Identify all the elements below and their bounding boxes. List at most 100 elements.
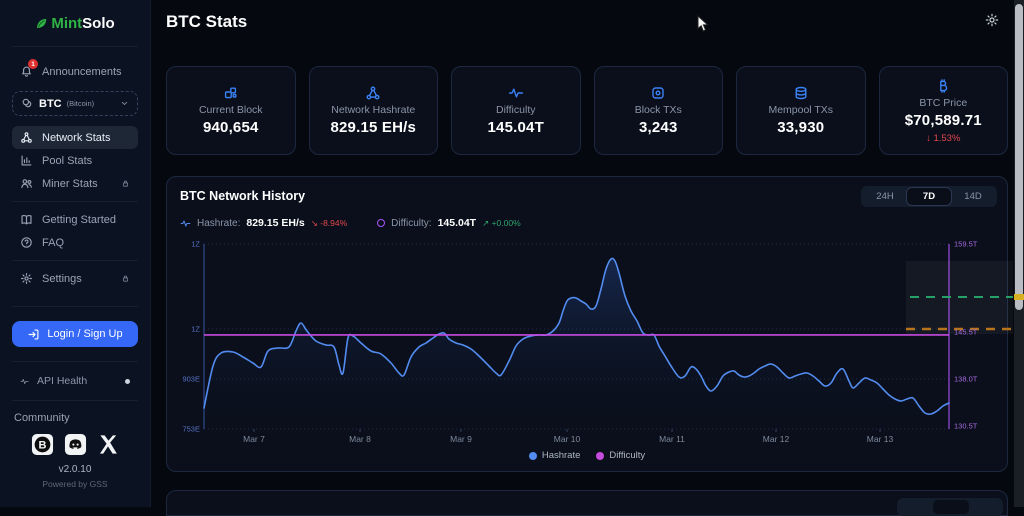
settings-gear-icon xyxy=(20,272,33,285)
hashrate-value: 829.15 EH/s xyxy=(246,217,304,229)
hashrate-label: Hashrate: xyxy=(197,218,240,229)
chevron-down-icon xyxy=(120,99,129,108)
coin-selector[interactable]: BTC (Bitcoin) xyxy=(12,91,138,116)
announcements-badge: 1 xyxy=(28,59,38,69)
login-icon xyxy=(27,328,40,341)
page-title: BTC Stats xyxy=(166,12,247,32)
hashrate-area xyxy=(204,258,949,429)
time-range-toggle: 24H7D14D xyxy=(861,186,997,207)
sidebar-item-label: Settings xyxy=(42,273,112,285)
y-axis-left-tick: 1Z xyxy=(191,325,200,334)
community-label: Community xyxy=(14,412,150,424)
stat-card-label: Mempool TXs xyxy=(768,104,833,116)
stat-card-label: Network Hashrate xyxy=(331,104,415,116)
tab-14d[interactable]: 14D xyxy=(951,188,995,205)
x-icon[interactable] xyxy=(97,433,120,456)
stat-card-value: $70,589.71 xyxy=(905,112,982,129)
tab-24h[interactable]: 24H xyxy=(863,188,907,205)
stat-card-network-hashrate: Network Hashrate 829.15 EH/s xyxy=(309,66,439,155)
page-scrollbar xyxy=(1014,0,1024,507)
difficulty-icon xyxy=(508,85,524,101)
legend-item-hashrate[interactable]: Hashrate xyxy=(529,450,581,461)
stat-card-value: 3,243 xyxy=(639,119,678,136)
chart-title: BTC Network History xyxy=(180,189,305,203)
sidebar-item-faq[interactable]: FAQ xyxy=(12,231,138,254)
login-signup-button[interactable]: Login / Sign Up xyxy=(12,321,138,347)
sidebar-item-miner-stats[interactable]: Miner Stats xyxy=(12,172,138,195)
sidebar: MintSolo 1 Announcements BTC (Bitcoin) N… xyxy=(0,0,151,507)
sun-icon xyxy=(985,13,999,27)
sidebar-item-getting-started[interactable]: Getting Started xyxy=(12,208,138,231)
y-axis-left-tick: 903E xyxy=(182,375,200,384)
stat-card-label: Block TXs xyxy=(635,104,682,116)
x-axis-label: Mar 10 xyxy=(554,434,581,444)
api-health-item[interactable]: API Health xyxy=(12,371,138,391)
stat-card-btc-price: BTC Price $70,589.71 ↓ 1.53% xyxy=(879,66,1009,155)
sidebar-item-network-stats[interactable]: Network Stats xyxy=(12,126,138,149)
stat-card-change: ↓ 1.53% xyxy=(926,133,960,144)
legend-dot xyxy=(529,452,537,460)
network-history-chart: 1Z1Z903E753E159.5T145.5T138.0T130.5TMar … xyxy=(167,239,1009,449)
sidebar-item-label: Getting Started xyxy=(42,214,130,226)
network-hashrate-icon xyxy=(365,85,381,101)
pool-stats-icon xyxy=(20,154,33,167)
current-block-icon xyxy=(223,85,239,101)
chart-header-stats: Hashrate: 829.15 EH/s ↘ -8.94% Difficult… xyxy=(180,217,521,229)
theme-toggle-button[interactable] xyxy=(985,13,999,32)
stat-card-label: Difficulty xyxy=(496,104,535,116)
chart-legend: Hashrate Difficulty xyxy=(167,450,1007,461)
stat-card-difficulty: Difficulty 145.04T xyxy=(451,66,581,155)
mempool-txs-icon xyxy=(793,85,809,101)
next-section-range-toggle[interactable] xyxy=(897,498,1003,516)
x-axis-label: Mar 13 xyxy=(867,434,894,444)
difficulty-change: ↗ +0.00% xyxy=(482,218,521,229)
stat-card-current-block: Current Block 940,654 xyxy=(166,66,296,155)
legend-item-difficulty[interactable]: Difficulty xyxy=(596,450,645,461)
discord-icon[interactable] xyxy=(64,433,87,456)
sidebar-item-label: FAQ xyxy=(42,237,130,249)
y-axis-right-tick: 159.5T xyxy=(954,240,978,249)
network-stats-icon xyxy=(20,131,33,144)
stat-card-value: 940,654 xyxy=(203,119,259,136)
sidebar-item-pool-stats[interactable]: Pool Stats xyxy=(12,149,138,172)
faq-icon xyxy=(20,236,33,249)
legend-label: Difficulty xyxy=(609,450,645,461)
main-content: BTC Stats Current Block 940,654 Network … xyxy=(150,0,1024,507)
scrollbar-thumb[interactable] xyxy=(1015,4,1023,310)
difficulty-label: Difficulty: xyxy=(391,218,431,229)
coin-symbol: BTC xyxy=(39,98,62,110)
sidebar-item-settings[interactable]: Settings xyxy=(12,267,138,290)
app-version: v2.0.10 xyxy=(0,464,150,475)
sidebar-item-label: Announcements xyxy=(42,66,130,78)
stat-card-value: 829.15 EH/s xyxy=(330,119,416,136)
x-axis-label: Mar 9 xyxy=(450,434,472,444)
scrollbar-find-marker xyxy=(1014,294,1024,300)
stat-card-value: 145.04T xyxy=(488,119,544,136)
hashrate-change: ↘ -8.94% xyxy=(311,218,347,229)
pulse-icon xyxy=(20,377,29,386)
bitcointalk-icon[interactable]: B xyxy=(31,433,54,456)
y-axis-left-tick: 1Z xyxy=(191,240,200,249)
legend-dot xyxy=(596,452,604,460)
brand-mint: Mint xyxy=(51,15,82,32)
tab-7d[interactable]: 7D xyxy=(907,188,951,205)
lock-icon xyxy=(121,179,130,188)
sidebar-item-announcements[interactable]: 1 Announcements xyxy=(12,60,138,83)
svg-text:B: B xyxy=(38,440,46,452)
leaf-icon xyxy=(35,17,48,30)
y-axis-right-tick: 138.0T xyxy=(954,375,978,384)
y-axis-left-tick: 753E xyxy=(182,425,200,434)
brand-logo: MintSolo xyxy=(0,0,150,32)
brand-solo: Solo xyxy=(82,15,115,32)
sidebar-item-label: Miner Stats xyxy=(42,178,112,190)
pulse-blue-icon xyxy=(180,218,191,229)
login-label: Login / Sign Up xyxy=(47,328,122,340)
x-axis-label: Mar 11 xyxy=(659,434,685,444)
miner-stats-icon xyxy=(20,177,33,190)
getting-started-icon xyxy=(20,213,33,226)
btc-price-icon xyxy=(935,78,951,94)
coin-name: (Bitcoin) xyxy=(67,99,115,108)
stat-card-label: Current Block xyxy=(199,104,263,116)
difficulty-ring-icon xyxy=(377,219,385,227)
stat-card-mempool-txs: Mempool TXs 33,930 xyxy=(736,66,866,155)
